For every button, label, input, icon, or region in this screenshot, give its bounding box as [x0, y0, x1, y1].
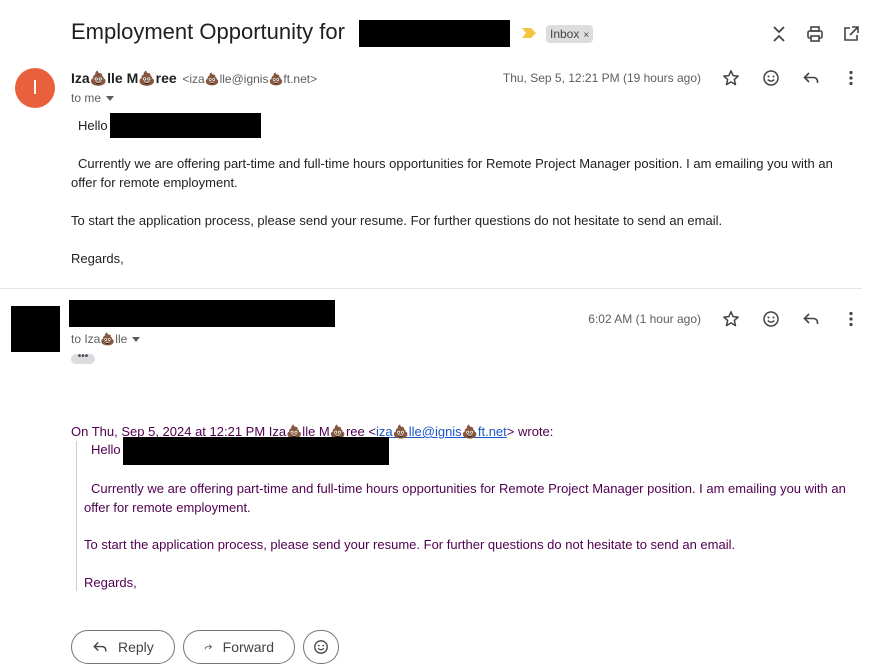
- redacted-sender-name: [69, 300, 335, 327]
- forward-button[interactable]: Forward: [183, 630, 295, 664]
- reply-icon[interactable]: [800, 67, 822, 89]
- show-trimmed-content-button[interactable]: •••: [71, 352, 95, 364]
- reply-icon: [93, 642, 107, 652]
- message-paragraph: Currently we are offering part-time and …: [71, 156, 833, 190]
- redacted-subject-block: [359, 20, 510, 47]
- emoji-reaction-icon[interactable]: [760, 308, 782, 330]
- quote-attribution-suffix: > wrote:: [506, 424, 554, 439]
- more-vert-icon[interactable]: [840, 67, 862, 89]
- quote-paragraph: To start the application process, please…: [84, 537, 736, 552]
- forward-icon: [204, 644, 212, 650]
- chevron-down-icon: [106, 95, 115, 101]
- more-vert-icon[interactable]: [840, 308, 862, 330]
- reply-button-label: Reply: [118, 639, 154, 655]
- star-icon[interactable]: [720, 308, 742, 330]
- greeting-text: Hello: [78, 118, 108, 133]
- quote-border: [76, 441, 77, 591]
- open-new-window-icon[interactable]: [840, 23, 862, 45]
- inbox-label-chip: Inbox ×: [546, 25, 594, 43]
- quote-email-link[interactable]: iza💩lle@ignis💩ft.net: [376, 424, 507, 439]
- message-date: 6:02 AM (1 hour ago): [588, 312, 701, 326]
- redacted-recipient-name: [110, 113, 261, 138]
- email-subject: Employment Opportunity for: [71, 19, 345, 44]
- forward-button-label: Forward: [222, 639, 274, 655]
- star-icon[interactable]: [720, 67, 742, 89]
- label-text: Inbox: [550, 27, 580, 41]
- sender-name[interactable]: Iza💩lle M💩ree: [71, 70, 177, 86]
- message-date: Thu, Sep 5, 12:21 PM (19 hours ago): [502, 71, 701, 85]
- reply-icon[interactable]: [800, 308, 822, 330]
- recipient-text: to Iza💩lle: [71, 332, 128, 346]
- sender-avatar[interactable]: I: [15, 68, 55, 108]
- closing-text: Regards,: [71, 251, 124, 266]
- redacted-avatar: [11, 306, 60, 352]
- recipient-text: to me: [71, 91, 102, 105]
- emoji-reaction-icon[interactable]: [760, 67, 782, 89]
- emoji-reaction-button[interactable]: [303, 630, 339, 664]
- quote-greeting: Hello: [91, 442, 121, 457]
- expand-collapse-icon[interactable]: [768, 23, 790, 45]
- recipient-dropdown[interactable]: to Iza💩lle: [71, 332, 141, 346]
- reply-button[interactable]: Reply: [71, 630, 175, 664]
- quote-paragraph: Currently we are offering part-time and …: [84, 481, 846, 515]
- important-marker-icon[interactable]: [522, 28, 536, 38]
- quote-closing: Regards,: [84, 575, 137, 590]
- remove-label-icon[interactable]: ×: [583, 30, 589, 41]
- message-paragraph: To start the application process, please…: [71, 213, 723, 228]
- sender-line: Iza💩lle M💩ree <iza💩lle@ignis💩ft.net>: [71, 70, 317, 87]
- print-icon[interactable]: [804, 23, 826, 45]
- emoji-reaction-icon: [314, 640, 328, 654]
- sender-email: <iza💩lle@ignis💩ft.net>: [182, 72, 318, 86]
- message-divider: [0, 288, 862, 289]
- redacted-quote-name: [123, 437, 389, 465]
- chevron-down-icon: [132, 336, 141, 342]
- recipient-dropdown[interactable]: to me: [71, 91, 115, 105]
